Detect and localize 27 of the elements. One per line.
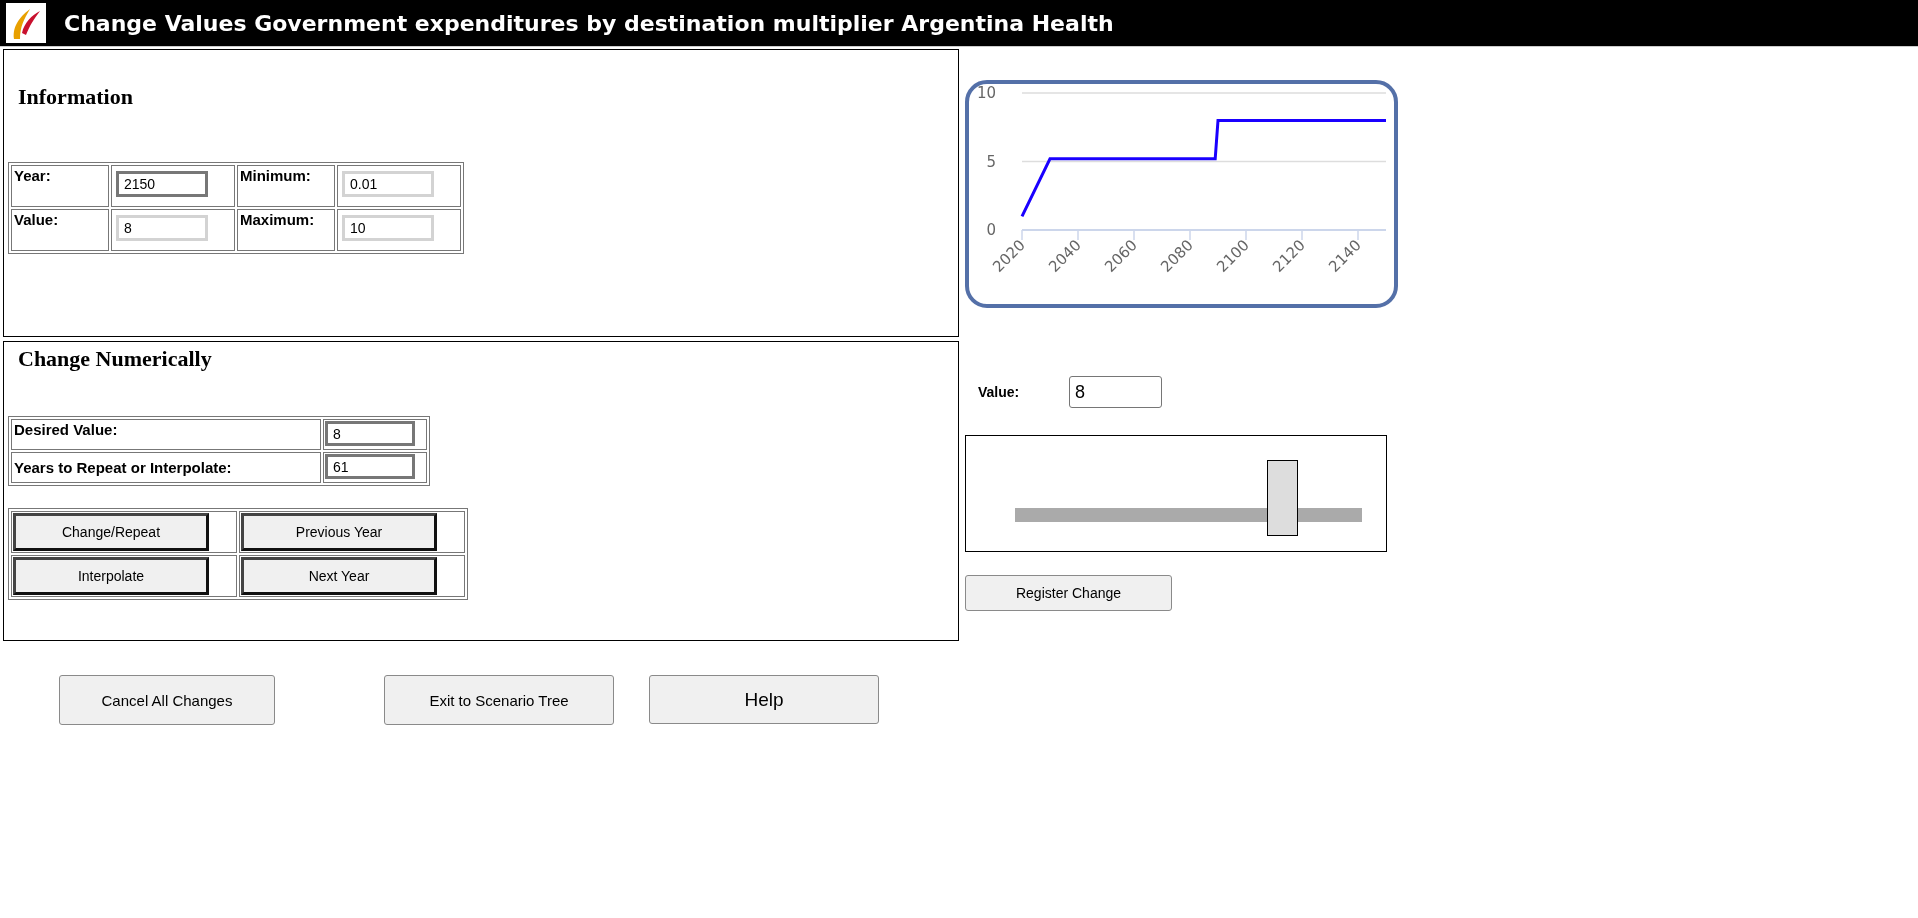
action-button[interactable]: Interpolate xyxy=(13,557,209,595)
register-change-button[interactable]: Register Change xyxy=(965,575,1172,611)
axis-label: 0 xyxy=(986,221,996,239)
action-button[interactable]: Next Year xyxy=(241,557,437,595)
axis-label: 10 xyxy=(976,84,996,102)
input-field[interactable]: 61 xyxy=(325,454,415,479)
input-field[interactable]: 2150 xyxy=(116,171,208,197)
field-label: Years to Repeat or Interpolate: xyxy=(14,459,232,476)
field-label: Minimum: xyxy=(240,167,311,184)
footer-button[interactable]: Cancel All Changes xyxy=(59,675,275,725)
footer-button[interactable]: Exit to Scenario Tree xyxy=(384,675,614,725)
input-field[interactable]: 8 xyxy=(325,421,415,446)
field-label: Value: xyxy=(14,211,59,228)
value-field[interactable]: 8 xyxy=(1069,376,1162,408)
field-label: Year: xyxy=(14,167,51,184)
section-heading: Change Numerically xyxy=(18,346,213,372)
field-label: Value: xyxy=(978,384,1021,400)
section-heading: Information xyxy=(18,84,134,110)
field-label: Maximum: xyxy=(240,211,315,228)
slider-thumb[interactable] xyxy=(1267,460,1299,536)
field-label: Desired Value: xyxy=(14,421,118,438)
axis-label: 5 xyxy=(986,152,996,171)
action-button[interactable]: Previous Year xyxy=(241,513,437,551)
action-button[interactable]: Change/Repeat xyxy=(13,513,209,551)
footer-button[interactable]: Help xyxy=(649,675,879,724)
logo-icon xyxy=(6,3,46,43)
window-title: Change Values Government expenditures by destination multiplier Argentina Health xyxy=(64,10,1114,36)
